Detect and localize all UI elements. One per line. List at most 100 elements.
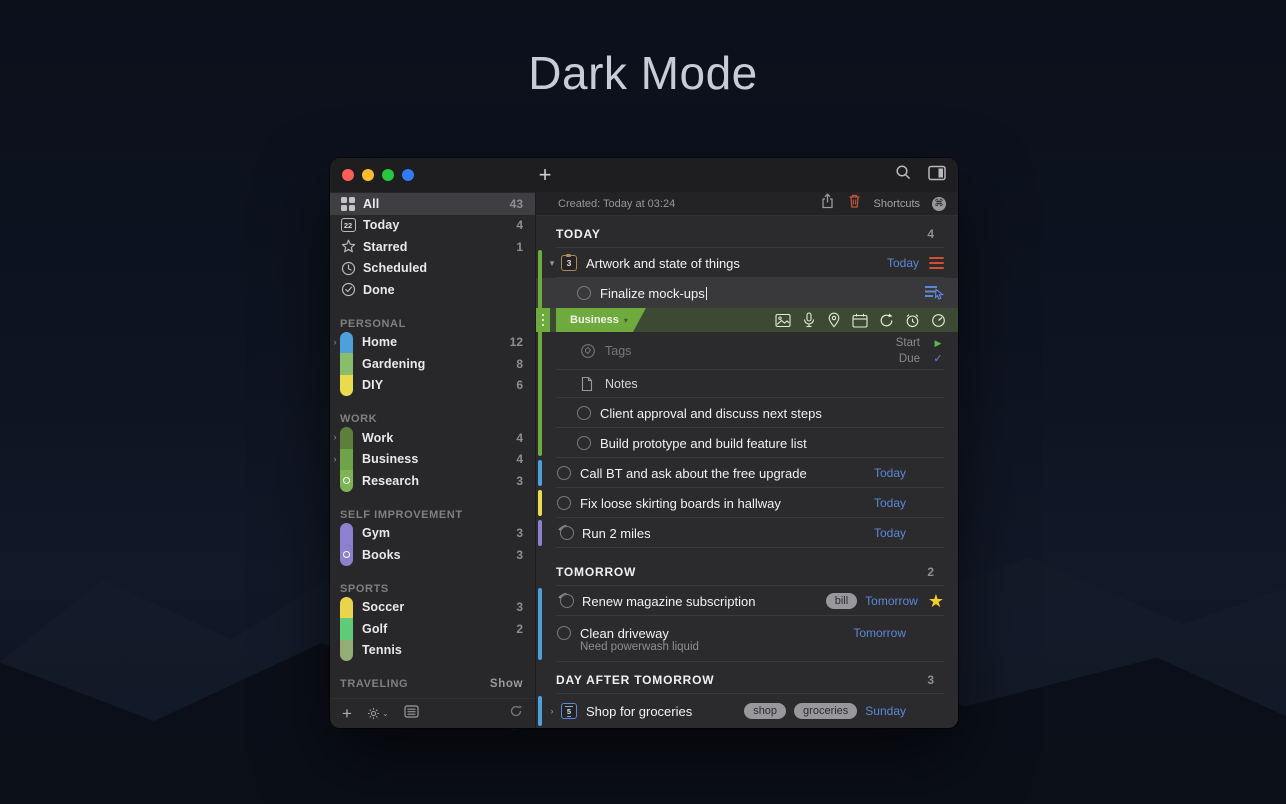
edit-list-icon[interactable]	[924, 284, 944, 303]
alarm-clock-icon[interactable]	[905, 313, 920, 328]
task-checkbox[interactable]	[577, 436, 591, 450]
tags-placeholder[interactable]: Tags	[605, 344, 854, 358]
task-title: Shop for groceries	[586, 704, 744, 719]
sidebar-item-label: Scheduled	[363, 261, 523, 275]
tag-pill-groceries[interactable]: groceries	[794, 703, 857, 719]
sidebar-item-home[interactable]: › Home 12	[330, 332, 535, 354]
settings-button[interactable]: ⌄	[367, 707, 389, 720]
due-label[interactable]: Today	[887, 256, 919, 270]
calendar-icon[interactable]	[852, 313, 868, 328]
star-icon[interactable]: ★	[928, 592, 944, 610]
sidebar-item-scheduled[interactable]: Scheduled	[330, 258, 535, 280]
close-button[interactable]	[342, 169, 354, 181]
sidebar-group-sports: SPORTS	[330, 575, 535, 597]
due-label[interactable]: Tomorrow	[865, 594, 918, 608]
collapse-chevron-icon[interactable]: ▾	[547, 258, 557, 269]
shortcuts-button[interactable]: Shortcuts	[874, 198, 920, 210]
sidebar-item-starred[interactable]: Starred 1	[330, 236, 535, 258]
trash-icon[interactable]	[847, 193, 862, 214]
start-date-row[interactable]: Start ▶	[854, 337, 944, 349]
sidebar-item-diy[interactable]: DIY 6	[330, 375, 535, 397]
sidebar-item-label: Soccer	[362, 600, 516, 614]
tag-pill-shop[interactable]: shop	[744, 703, 786, 719]
repeat-icon[interactable]	[879, 313, 894, 328]
info-bar: Created: Today at 03:24 Shortcuts ⌘	[536, 192, 958, 216]
task-title: Renew magazine subscription	[582, 594, 826, 609]
archive-box-icon[interactable]	[404, 705, 419, 723]
location-pin-icon[interactable]	[827, 312, 841, 328]
share-icon[interactable]	[820, 193, 835, 214]
sidebar-item-label: Home	[362, 335, 510, 349]
sync-icon[interactable]	[509, 704, 523, 723]
list-picker-flag[interactable]: Business ▾	[556, 308, 646, 332]
add-list-button[interactable]: +	[342, 705, 352, 722]
due-label[interactable]: Today	[874, 526, 906, 540]
task-checkbox[interactable]	[557, 626, 571, 640]
task-row-renew-magazine[interactable]: Renew magazine subscription bill Tomorro…	[536, 586, 958, 616]
expand-chevron-icon[interactable]: ›	[330, 433, 340, 442]
due-date-row[interactable]: Due ✓	[854, 352, 944, 365]
subtask-row-finalize[interactable]: Finalize mock-ups	[536, 278, 958, 308]
expand-chevron-icon[interactable]: ›	[547, 706, 557, 716]
notes-placeholder[interactable]: Notes	[605, 377, 944, 391]
microphone-icon[interactable]	[802, 312, 816, 328]
tags-field-row[interactable]: Tags Start ▶ Due ✓	[536, 332, 958, 370]
due-label[interactable]: Tomorrow	[853, 626, 906, 640]
task-checkbox[interactable]	[577, 286, 591, 300]
sidebar-item-books[interactable]: Books 3	[330, 544, 535, 566]
task-checkbox[interactable]	[557, 466, 571, 480]
notes-field-row[interactable]: Notes	[536, 370, 958, 398]
show-group-button[interactable]: Show	[490, 678, 523, 690]
sidebar-item-tennis[interactable]: Tennis	[330, 640, 535, 662]
task-row-fix-skirting[interactable]: Fix loose skirting boards in hallway Tod…	[536, 488, 958, 518]
sidebar-item-done[interactable]: Done	[330, 279, 535, 301]
repeat-task-checkbox[interactable]	[557, 523, 577, 543]
due-label[interactable]: Sunday	[865, 704, 906, 718]
attach-image-icon[interactable]	[775, 313, 791, 328]
task-row-run-2-miles[interactable]: Run 2 miles Today	[536, 518, 958, 548]
priority-icon[interactable]	[929, 257, 944, 270]
repeat-task-checkbox[interactable]	[557, 591, 577, 611]
sidebar-item-count: 8	[516, 357, 523, 371]
sidebar-item-golf[interactable]: Golf 2	[330, 618, 535, 640]
sidebar-group-label: TRAVELING	[340, 678, 408, 690]
task-row-shop-groceries[interactable]: › 5 Shop for groceries shop groceries Su…	[536, 694, 958, 728]
zoom-button[interactable]	[382, 169, 394, 181]
minimize-button[interactable]	[362, 169, 374, 181]
sidebar-item-research[interactable]: Research 3	[330, 470, 535, 492]
page-title: Dark Mode	[0, 46, 1286, 100]
subtask-row-build-prototype[interactable]: Build prototype and build feature list	[536, 428, 958, 458]
add-task-button[interactable]: +	[533, 162, 557, 188]
drag-handle[interactable]	[536, 308, 550, 332]
subtask-row-client-approval[interactable]: Client approval and discuss next steps	[536, 398, 958, 428]
timer-gauge-icon[interactable]	[931, 313, 946, 328]
sidebar-item-label: Done	[363, 283, 523, 297]
due-label[interactable]: Today	[874, 466, 906, 480]
window-titlebar: +	[330, 158, 958, 192]
task-title-editing[interactable]: Finalize mock-ups	[600, 286, 924, 301]
task-row-call-bt[interactable]: Call BT and ask about the free upgrade T…	[536, 458, 958, 488]
task-checkbox[interactable]	[557, 496, 571, 510]
sidebar-item-all[interactable]: All 43	[330, 193, 535, 215]
tag-pill-bill[interactable]: bill	[826, 593, 857, 609]
sidebar-item-business[interactable]: › Business 4	[330, 449, 535, 471]
task-row-clean-driveway[interactable]: Clean driveway Tomorrow Need powerwash l…	[536, 616, 958, 662]
toggle-panel-icon[interactable]	[928, 165, 946, 186]
list-color-swatch	[340, 640, 353, 662]
sidebar-item-today[interactable]: 22 Today 4	[330, 215, 535, 237]
due-label[interactable]: Today	[874, 496, 906, 510]
expand-chevron-icon[interactable]: ›	[330, 338, 340, 347]
sidebar-item-work[interactable]: › Work 4	[330, 427, 535, 449]
traffic-light-blue[interactable]	[402, 169, 414, 181]
sidebar-item-gardening[interactable]: Gardening 8	[330, 353, 535, 375]
expand-chevron-icon[interactable]: ›	[330, 455, 340, 464]
list-color-strip	[538, 370, 542, 398]
search-icon[interactable]	[895, 164, 912, 186]
task-row-artwork[interactable]: ▾ 3 Artwork and state of things Today	[536, 248, 958, 278]
task-checkbox[interactable]	[577, 406, 591, 420]
list-color-swatch	[340, 470, 353, 492]
sidebar-item-gym[interactable]: Gym 3	[330, 523, 535, 545]
tag-icon	[580, 343, 596, 359]
sidebar-item-soccer[interactable]: Soccer 3	[330, 597, 535, 619]
grid-icon	[340, 196, 356, 212]
